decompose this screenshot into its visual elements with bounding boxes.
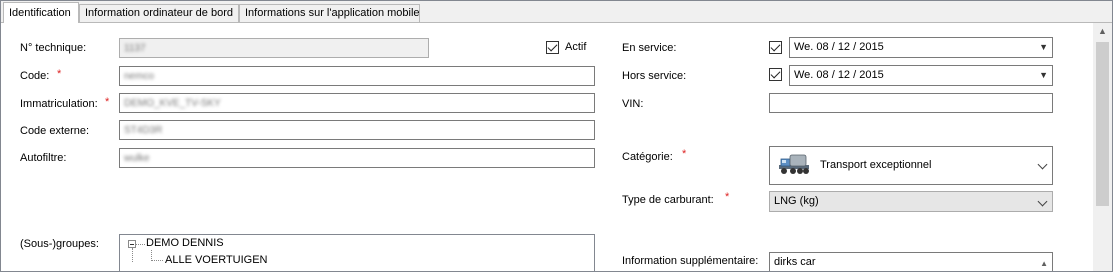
in-service-label: En service: [622,42,677,54]
code-value: nemco [124,71,155,82]
out-of-service-checkbox[interactable] [769,68,782,81]
fuel-type-label: Type de carburant: [622,194,714,206]
tree-collapse-toggle[interactable] [128,240,136,248]
chevron-down-icon[interactable] [1037,159,1048,170]
external-code-value: ST4D3R [124,125,163,136]
external-code-label: Code externe: [20,125,90,137]
code-label: Code: [20,70,50,82]
vehicle-window: Identification Information ordinateur de… [0,0,1113,272]
extra-info-textarea[interactable]: dirks car ▲ [769,252,1053,271]
out-of-service-date-picker[interactable]: We. 08 / 12 / 2015 ▼ [789,65,1053,86]
active-checkbox[interactable] [546,41,559,54]
in-service-checkbox[interactable] [769,41,782,54]
category-value: Transport exceptionnel [820,159,932,171]
in-service-date-picker[interactable]: We. 08 / 12 / 2015 ▼ [789,37,1053,58]
out-of-service-label: Hors service: [622,70,687,82]
category-required-marker: * [682,148,687,160]
dropdown-arrow-icon[interactable]: ▼ [1039,66,1048,85]
scrollbar-thumb[interactable] [1096,42,1109,206]
registration-required-marker: * [105,96,110,108]
dropdown-arrow-icon[interactable]: ▼ [1039,38,1048,57]
extra-info-value: dirks car [774,256,816,268]
category-select[interactable]: Transport exceptionnel [769,146,1053,185]
autofilter-input[interactable]: wulke [119,148,595,168]
category-label: Catégorie: [622,151,673,163]
registration-value: DEMO_KVE_TV-SKY [124,98,221,109]
in-service-date-value: We. 08 / 12 / 2015 [794,41,884,53]
fuel-type-select[interactable]: LNG (kg) [769,191,1053,212]
groups-tree[interactable]: DEMO DENNIS ALLE VOERTUIGEN [119,234,595,271]
technical-no-label: N° technique: [20,42,87,54]
external-code-input[interactable]: ST4D3R [119,120,595,140]
code-required-marker: * [57,68,62,80]
vertical-scrollbar[interactable]: ▲ [1093,23,1112,271]
active-label: Actif [565,41,587,53]
technical-no-field: 1137 [119,38,429,58]
out-of-service-date-value: We. 08 / 12 / 2015 [794,69,884,81]
tree-node-alle-voertuigen[interactable]: ALLE VOERTUIGEN [165,254,268,266]
tab-bar: Identification Information ordinateur de… [1,1,1112,23]
registration-input[interactable]: DEMO_KVE_TV-SKY [119,93,595,113]
fuel-type-required-marker: * [725,191,730,203]
technical-no-value: 1137 [124,43,146,54]
tab-onboard-computer[interactable]: Information ordinateur de bord [79,4,239,22]
scroll-up-icon[interactable]: ▲ [1040,255,1048,271]
code-input[interactable]: nemco [119,66,595,86]
fuel-type-value: LNG (kg) [774,195,819,207]
tree-node-demo-dennis[interactable]: DEMO DENNIS [146,237,224,249]
truck-icon [778,153,810,186]
chevron-down-icon[interactable] [1037,196,1048,207]
extra-info-label: Information supplémentaire: [622,255,759,267]
tab-identification[interactable]: Identification [3,2,79,23]
autofilter-label: Autofiltre: [20,152,67,164]
autofilter-value: wulke [124,153,150,164]
groups-label: (Sous-)groupes: [20,238,99,250]
scroll-up-icon[interactable]: ▲ [1093,23,1112,40]
vin-input[interactable] [769,93,1053,113]
vin-label: VIN: [622,98,644,110]
registration-label: Immatriculation: [20,98,98,110]
tab-mobile-app[interactable]: Informations sur l'application mobile [239,4,420,22]
